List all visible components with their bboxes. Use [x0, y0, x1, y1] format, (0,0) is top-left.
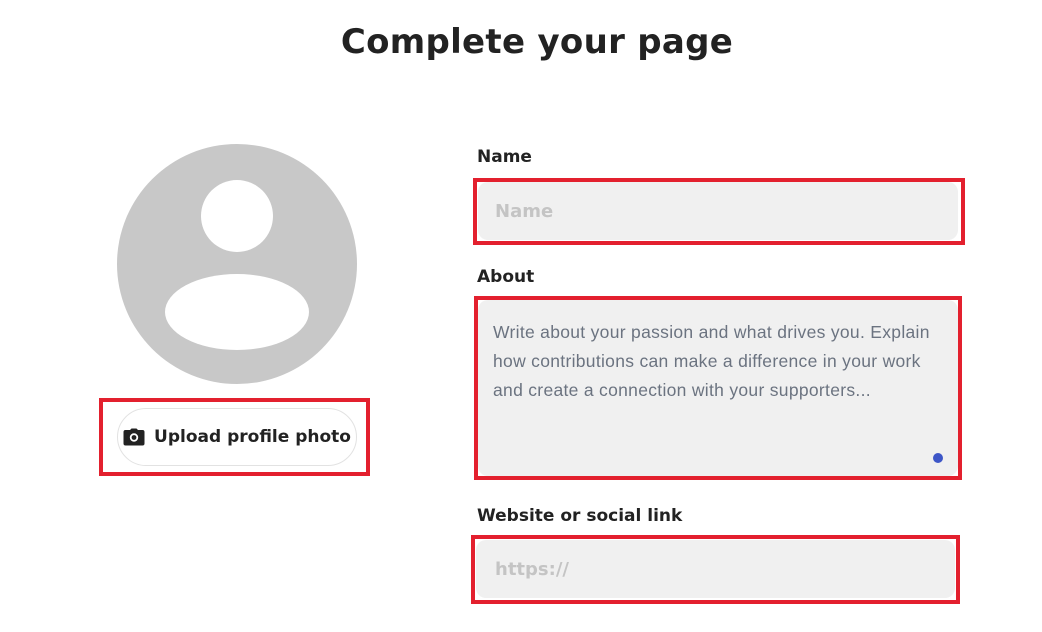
camera-icon [123, 428, 145, 446]
about-textarea[interactable]: Write about your passion and what drives… [478, 300, 958, 476]
website-field-label: Website or social link [477, 506, 683, 526]
about-field-label: About [477, 267, 535, 287]
name-input[interactable] [478, 182, 958, 240]
avatar-body-shape [165, 274, 309, 350]
default-user-avatar-icon [117, 144, 357, 384]
status-dot-icon [933, 453, 943, 463]
upload-profile-photo-button[interactable]: Upload profile photo [117, 408, 357, 466]
page-title: Complete your page [340, 22, 734, 62]
upload-profile-photo-label: Upload profile photo [154, 427, 351, 447]
name-field-label: Name [477, 147, 532, 167]
website-input[interactable] [476, 540, 955, 598]
about-placeholder: Write about your passion and what drives… [493, 322, 930, 400]
avatar-head-shape [201, 180, 273, 252]
complete-page-screen: Complete your page Upload profile photo … [0, 0, 1042, 632]
